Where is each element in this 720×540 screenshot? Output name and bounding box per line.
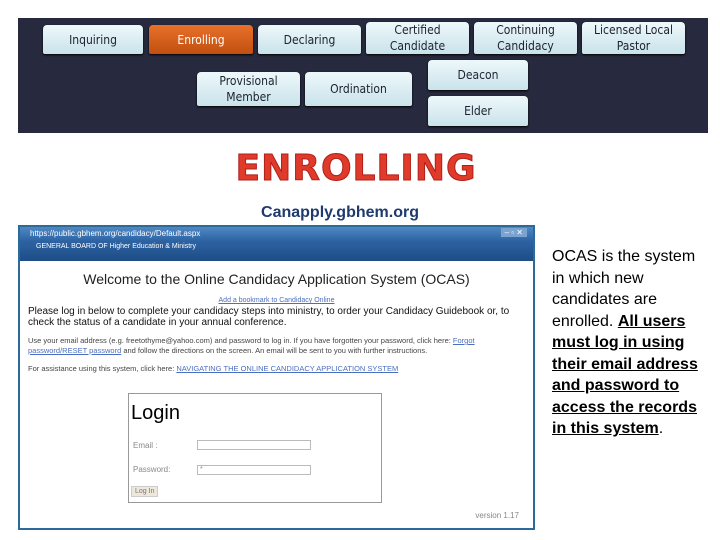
nav-declaring-button[interactable]: Declaring <box>258 25 361 54</box>
pathway-nav: Inquiring Enrolling Declaring Certified … <box>18 18 708 133</box>
email-field[interactable] <box>197 440 311 450</box>
password-field[interactable]: * <box>197 465 311 475</box>
instructions-post: and follow the directions on the screen.… <box>121 346 428 355</box>
browser-titlebar: https://public.gbhem.org/candidacy/Defau… <box>20 227 533 241</box>
nav-continuing-candidacy-button[interactable]: Continuing Candidacy <box>474 22 577 54</box>
login-box: Login Email : Password: * Log In <box>128 393 382 503</box>
nav-provisional-member-button[interactable]: Provisional Member <box>197 72 300 106</box>
assist-text: For assistance using this system, click … <box>20 362 533 380</box>
slide-subtitle: Canapply.gbhem.org <box>261 204 419 221</box>
description-text: OCAS is the system in which new candidat… <box>552 246 712 440</box>
nav-elder-button[interactable]: Elder <box>428 96 528 126</box>
version-text: version 1.17 <box>475 511 519 520</box>
email-label: Email : <box>133 441 158 450</box>
nav-enrolling-button[interactable]: Enrolling <box>149 25 253 54</box>
org-logo: GENERAL BOARD OF Higher Education & Mini… <box>36 243 197 250</box>
bookmark-link[interactable]: Add a bookmark to Candidacy Online <box>20 297 533 304</box>
nav-deacon-button[interactable]: Deacon <box>428 60 528 90</box>
nav-inquiring-button[interactable]: Inquiring <box>43 25 143 54</box>
nav-certified-candidate-button[interactable]: Certified Candidate <box>366 22 469 54</box>
window-controls[interactable]: – ▫ ✕ <box>500 228 527 237</box>
instructions-text: Use your email address (e.g. freetothyme… <box>20 330 533 362</box>
nav-ordination-button[interactable]: Ordination <box>305 72 412 106</box>
description-emphasis: All users must log in using their email … <box>552 312 698 438</box>
url-text: https://public.gbhem.org/candidacy/Defau… <box>30 229 201 238</box>
description-end: . <box>658 420 664 437</box>
ocas-screenshot: https://public.gbhem.org/candidacy/Defau… <box>18 225 535 530</box>
login-title: Login <box>131 402 180 424</box>
instructions-pre: Use your email address (e.g. freetothyme… <box>28 336 453 345</box>
welcome-heading: Welcome to the Online Candidacy Applicat… <box>83 271 470 287</box>
slide-title: ENROLLING <box>235 148 477 190</box>
password-label: Password: <box>133 465 171 474</box>
nav-licensed-local-pastor-button[interactable]: Licensed Local Pastor <box>582 22 685 54</box>
navigating-guide-link[interactable]: NAVIGATING THE ONLINE CANDIDACY APPLICAT… <box>176 364 398 373</box>
intro-text: Please log in below to complete your can… <box>28 306 510 328</box>
assist-pre: For assistance using this system, click … <box>28 364 177 373</box>
org-header: GENERAL BOARD OF Higher Education & Mini… <box>20 241 533 261</box>
login-button[interactable]: Log In <box>131 486 159 497</box>
